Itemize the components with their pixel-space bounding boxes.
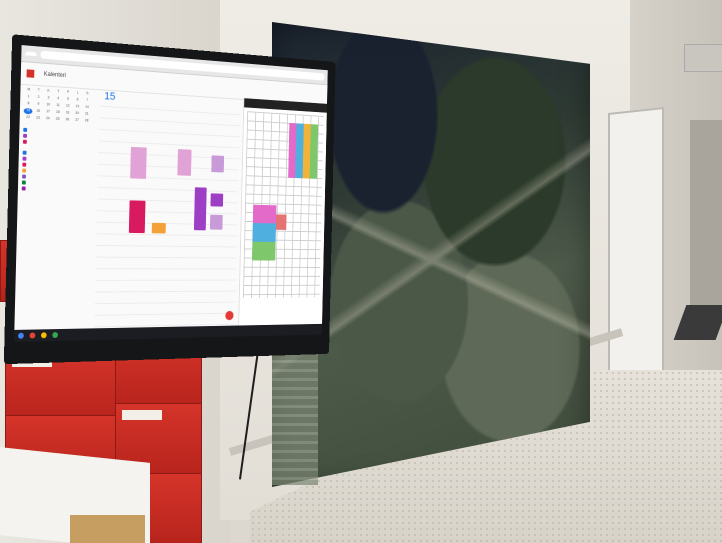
mini-calendar-day[interactable]: 7 [83, 98, 92, 104]
floorplan-map[interactable] [242, 111, 324, 298]
mini-calendar-day[interactable]: 19 [63, 110, 72, 116]
mini-calendar-day[interactable]: 6 [73, 97, 82, 103]
mini-calendar-day[interactable]: 27 [73, 118, 82, 124]
mini-calendar-day[interactable]: 5 [63, 97, 72, 103]
mini-calendar-day[interactable]: 11 [54, 103, 63, 109]
calendar-grid[interactable] [94, 105, 240, 329]
checkbox-icon[interactable] [23, 133, 28, 138]
mini-calendar-day[interactable]: 20 [73, 111, 82, 117]
mini-calendar[interactable]: M T K T P L S 1 2 3 4 5 6 7 8 9 10 11 12 13 14 15 16 17 18 19 20 21… [23, 87, 91, 124]
mini-calendar-day[interactable]: 8 [24, 101, 33, 108]
wall-monitor: Kalenteri M T K T P L S 1 2 3 4 5 6 7 8 9 10 11 12 13 14 15 16… [3, 34, 336, 365]
mini-calendar-day[interactable]: 25 [53, 117, 62, 123]
mini-calendar-day[interactable]: 17 [44, 109, 53, 115]
mini-calendar-day[interactable]: 13 [73, 104, 82, 110]
mini-calendar-day[interactable]: 3 [44, 95, 53, 101]
checkbox-icon[interactable] [22, 162, 27, 167]
calendar-event[interactable] [211, 155, 225, 173]
mini-calendar-day[interactable]: 24 [43, 116, 52, 122]
mini-calendar-day[interactable]: 28 [82, 118, 91, 124]
mini-calendar-day[interactable]: 21 [82, 111, 91, 117]
calendar-list-item[interactable] [21, 185, 90, 193]
checkbox-icon[interactable] [21, 186, 26, 191]
mini-calendar-day[interactable]: 22 [23, 115, 32, 121]
floorplan-panel [238, 98, 328, 326]
mini-calendar-day[interactable]: 16 [34, 109, 43, 115]
calendar-event[interactable] [128, 199, 146, 234]
hallway-door [690, 120, 722, 320]
mini-calendar-day[interactable]: 4 [54, 96, 63, 102]
mini-calendar-day[interactable]: 1 [24, 94, 33, 101]
checkbox-icon[interactable] [21, 180, 26, 185]
browser-tab[interactable] [25, 51, 37, 57]
app-title: Kalenteri [43, 71, 67, 80]
mini-calendar-day[interactable]: 12 [63, 103, 72, 109]
calendar-event[interactable] [177, 149, 192, 176]
mini-calendar-day[interactable]: 15 [23, 107, 33, 115]
wooden-table [70, 515, 145, 543]
calendar-event[interactable] [210, 193, 224, 207]
box-label [122, 410, 162, 420]
calendar-sidebar: M T K T P L S 1 2 3 4 5 6 7 8 9 10 11 12 13 14 15 16 17 18 19 20 21… [14, 83, 95, 330]
mini-calendar-day[interactable]: S [83, 91, 92, 97]
monitor-screen: Kalenteri M T K T P L S 1 2 3 4 5 6 7 8 9 10 11 12 13 14 15 16… [14, 45, 328, 342]
mini-calendar-day[interactable]: 10 [44, 102, 53, 108]
mini-calendar-day[interactable]: 26 [63, 117, 72, 123]
calendar-event[interactable] [151, 222, 167, 234]
checkbox-icon[interactable] [22, 168, 27, 173]
ceiling-vent [684, 44, 722, 72]
mini-calendar-day[interactable]: 18 [53, 110, 62, 116]
mini-calendar-day[interactable]: T [34, 88, 43, 95]
mini-calendar-day[interactable]: M [24, 87, 33, 94]
mini-calendar-day[interactable]: K [44, 88, 53, 94]
floorplan-room [275, 214, 287, 230]
monitor-bezel: Kalenteri M T K T P L S 1 2 3 4 5 6 7 8 9 10 11 12 13 14 15 16… [3, 34, 336, 365]
calendar-event[interactable] [210, 215, 223, 231]
mini-calendar-day[interactable]: 14 [83, 105, 92, 111]
mini-calendar-day[interactable]: 23 [33, 115, 42, 121]
whiteboard [608, 107, 664, 387]
floorplan-rooms [288, 123, 319, 180]
calendar-event[interactable] [193, 186, 208, 230]
mini-calendar-day[interactable]: T [54, 89, 63, 95]
brand-logo-icon [26, 69, 35, 78]
checkbox-icon[interactable] [22, 156, 27, 161]
selected-day-number: 15 [104, 90, 116, 103]
checkbox-icon[interactable] [22, 139, 27, 144]
mini-calendar-day[interactable]: 2 [34, 95, 43, 101]
launcher-icon[interactable] [17, 332, 24, 339]
mini-calendar-day[interactable]: P [64, 90, 73, 96]
checkbox-icon[interactable] [22, 150, 27, 155]
checkbox-icon[interactable] [23, 127, 28, 132]
calendar-lists [21, 127, 91, 194]
files-icon[interactable] [40, 332, 47, 339]
checkbox-icon[interactable] [22, 174, 26, 179]
calendar-event[interactable] [130, 147, 147, 179]
chrome-icon[interactable] [29, 332, 36, 339]
mini-calendar-day[interactable]: L [73, 90, 82, 96]
floorplan-rooms [251, 204, 277, 261]
mini-calendar-day[interactable]: 9 [34, 102, 43, 108]
app-icon[interactable] [52, 332, 59, 339]
photo-scene: Kalenteri M T K T P L S 1 2 3 4 5 6 7 8 9 10 11 12 13 14 15 16… [0, 0, 722, 543]
